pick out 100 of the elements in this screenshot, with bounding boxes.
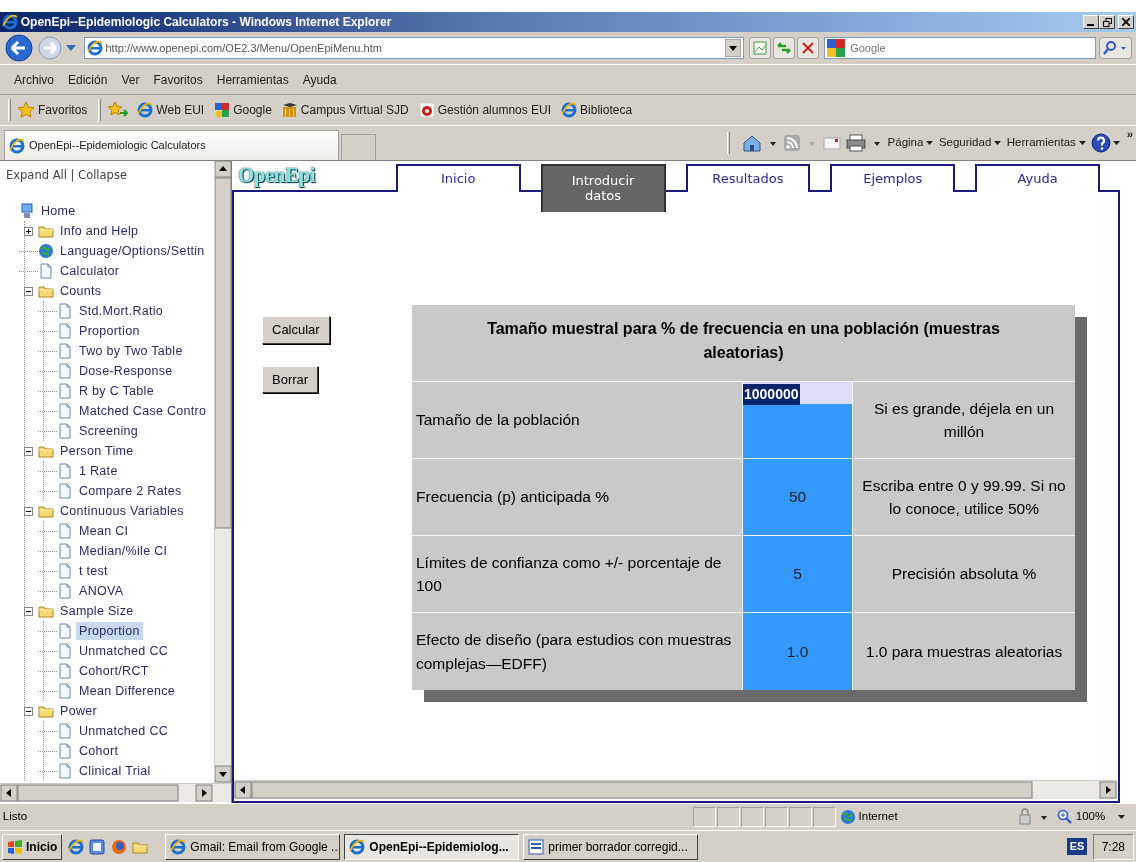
collapse-icon[interactable] bbox=[24, 706, 33, 716]
search-field[interactable]: Google bbox=[824, 37, 1097, 59]
tree-item[interactable]: Unmatched CC bbox=[76, 721, 172, 741]
taskbar-button[interactable]: primer borrador corregid... bbox=[523, 833, 699, 860]
stop-button[interactable] bbox=[797, 37, 819, 59]
desktop-icon[interactable] bbox=[89, 838, 106, 855]
dropdown-icon[interactable] bbox=[65, 45, 76, 51]
collapse-icon[interactable] bbox=[24, 606, 33, 616]
tree-item[interactable]: Screening bbox=[76, 421, 141, 441]
more-button[interactable]: » bbox=[1126, 126, 1134, 144]
expand-icon[interactable] bbox=[24, 226, 33, 236]
restore-button[interactable] bbox=[1099, 15, 1116, 29]
printer-icon[interactable] bbox=[846, 134, 883, 152]
favorite-link[interactable]: Campus Virtual SJD bbox=[281, 101, 409, 119]
taskbar-button[interactable]: Gmail: Email from Google ... bbox=[165, 833, 341, 860]
app-tab[interactable]: Ayuda bbox=[975, 164, 1100, 192]
menu-item[interactable]: Ayuda bbox=[302, 70, 337, 89]
tree-item[interactable]: t test bbox=[76, 561, 111, 581]
favorite-link[interactable]: Gestión alumnos EUI bbox=[418, 101, 552, 119]
tree-item[interactable]: 1 Rate bbox=[76, 461, 121, 481]
browser-tab[interactable]: OpenEpi--Epidemiologic Calculators bbox=[4, 130, 339, 160]
taskbar-button[interactable]: OpenEpi--Epidemiolog... bbox=[344, 833, 520, 860]
tree-item[interactable]: Clinical Trial bbox=[76, 761, 154, 781]
menu-item[interactable]: Edición bbox=[68, 70, 108, 89]
horizontal-scrollbar[interactable] bbox=[0, 783, 231, 802]
collapse-icon[interactable] bbox=[24, 446, 33, 456]
tree-item[interactable]: Unmatched CC bbox=[76, 641, 172, 661]
zoom-button[interactable]: 100% bbox=[1057, 808, 1136, 826]
tree-item[interactable]: Person Time bbox=[57, 441, 137, 461]
tree-item[interactable]: Language/Options/Settin bbox=[57, 241, 208, 261]
input-field[interactable]: 5 bbox=[743, 536, 853, 612]
favorites-button[interactable]: Favoritos bbox=[17, 101, 88, 119]
tree-item[interactable]: Compare 2 Rates bbox=[76, 481, 185, 501]
tree-item[interactable]: Median/%ile CI bbox=[76, 541, 171, 561]
favorite-link[interactable]: Biblioteca bbox=[561, 101, 633, 119]
search-button[interactable] bbox=[1098, 37, 1132, 59]
status-pane bbox=[789, 807, 813, 827]
browser-icon[interactable] bbox=[67, 838, 84, 855]
action-button[interactable]: Borrar bbox=[262, 365, 319, 393]
home-icon[interactable] bbox=[741, 134, 778, 152]
tree-item[interactable]: R by C Table bbox=[76, 381, 157, 401]
minimize-button[interactable] bbox=[1083, 15, 1100, 29]
tree-item[interactable]: ANOVA bbox=[76, 581, 127, 601]
expand-all-link[interactable]: Expand All bbox=[6, 168, 67, 182]
app-tab[interactable]: Ejemplos bbox=[830, 164, 956, 192]
address-field[interactable]: http://www.openepi.com/OE2.3/Menu/OpenEpiMenu.htm bbox=[83, 37, 744, 59]
input-field[interactable]: 1.0 bbox=[743, 613, 853, 690]
tree-item[interactable]: Matched Case Contro bbox=[76, 401, 210, 421]
tree-item[interactable]: Counts bbox=[57, 281, 105, 301]
tree-item[interactable]: Continuous Variables bbox=[57, 501, 187, 521]
browser-icon bbox=[561, 102, 578, 118]
status-pane bbox=[717, 807, 741, 827]
tree-item[interactable]: Power bbox=[57, 701, 100, 721]
caret-icon bbox=[926, 141, 934, 145]
help-icon[interactable] bbox=[1091, 133, 1122, 153]
tree-item[interactable]: Cohort bbox=[76, 741, 122, 761]
chart-icon bbox=[752, 41, 767, 55]
dropdown-button[interactable] bbox=[724, 39, 741, 57]
start-button[interactable]: Inicio bbox=[2, 833, 63, 860]
menu-item[interactable]: Ver bbox=[121, 70, 140, 89]
tree-item[interactable]: Proportion bbox=[76, 321, 143, 341]
menu-item[interactable]: Favoritos bbox=[153, 70, 203, 89]
tree-item[interactable]: Proportion bbox=[76, 621, 143, 641]
tree-item[interactable]: Sample Size bbox=[57, 601, 137, 621]
back-button[interactable] bbox=[4, 33, 34, 63]
command-menu[interactable]: Página bbox=[887, 134, 934, 152]
tree-item[interactable]: Info and Help bbox=[57, 221, 142, 241]
compatibility-view-button[interactable] bbox=[749, 37, 771, 59]
app-tab[interactable]: Introducir datos bbox=[540, 164, 666, 212]
mail-icon[interactable] bbox=[822, 135, 841, 151]
field-hint: 1.0 para muestras aleatorias bbox=[864, 641, 1064, 662]
tree-item[interactable]: Two by Two Table bbox=[76, 341, 186, 361]
tree-item[interactable]: Home bbox=[38, 201, 79, 221]
command-menu[interactable]: Seguridad bbox=[938, 134, 1002, 152]
close-button[interactable] bbox=[1118, 15, 1134, 29]
app-tab[interactable]: Resultados bbox=[685, 164, 811, 192]
input-field[interactable]: 1000000 bbox=[743, 382, 853, 458]
tree-item[interactable]: Dose-Response bbox=[76, 361, 176, 381]
tree-item[interactable]: Std.Mort.Ratio bbox=[76, 301, 167, 321]
app-tab[interactable]: Inicio bbox=[395, 164, 521, 192]
language-indicator[interactable]: ES bbox=[1066, 838, 1088, 855]
action-button[interactable]: Calcular bbox=[262, 316, 330, 344]
tree-item[interactable]: Mean CI bbox=[76, 521, 132, 541]
tree-item[interactable]: Cohort/RCT bbox=[76, 661, 152, 681]
menu-item[interactable]: Herramientas bbox=[216, 70, 289, 89]
input-field[interactable]: 50 bbox=[743, 459, 853, 535]
horizontal-scrollbar[interactable] bbox=[234, 780, 1118, 799]
collapse-icon[interactable] bbox=[24, 286, 33, 296]
vertical-scrollbar[interactable] bbox=[214, 161, 231, 783]
refresh-button[interactable] bbox=[773, 37, 795, 59]
tree-item[interactable]: Calculator bbox=[57, 261, 123, 281]
menu-item[interactable]: Archivo bbox=[14, 70, 54, 89]
command-menu[interactable]: Herramientas bbox=[1006, 134, 1086, 152]
zoom-icon bbox=[1057, 809, 1074, 825]
collapse-link[interactable]: Collapse bbox=[78, 168, 127, 182]
star-icon bbox=[17, 101, 35, 119]
collapse-icon[interactable] bbox=[24, 506, 33, 516]
tree-item[interactable]: Mean Difference bbox=[76, 681, 178, 701]
favorite-link[interactable]: Google bbox=[214, 101, 272, 119]
favorite-link[interactable]: Web EUI bbox=[137, 101, 205, 119]
